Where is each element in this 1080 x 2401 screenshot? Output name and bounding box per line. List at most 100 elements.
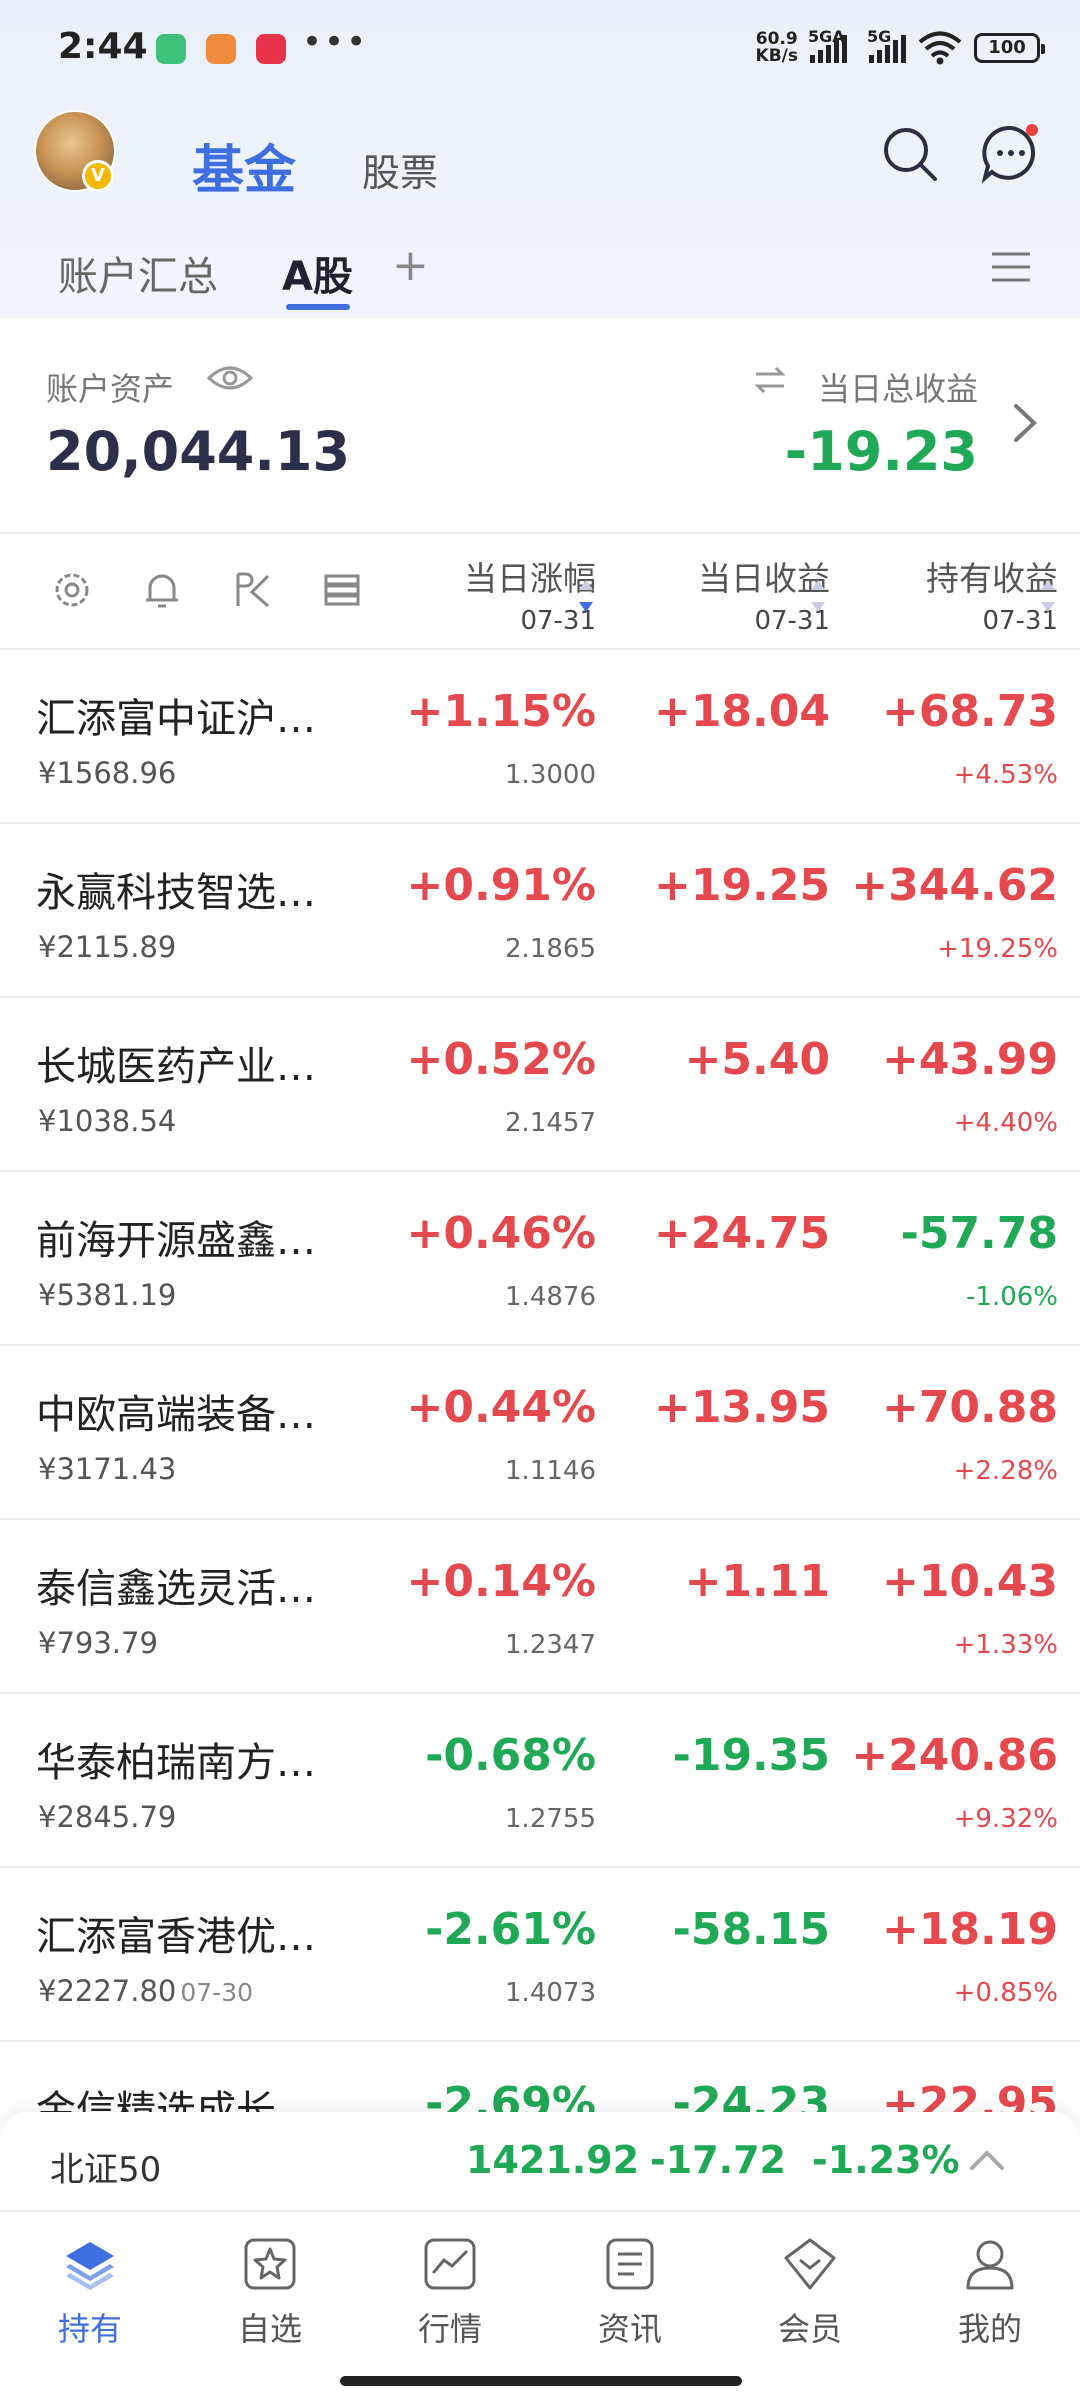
fund-daily-income: +13.95 [653, 1382, 830, 1433]
fund-row[interactable]: 中欧高端装备… ¥3171.43 +0.44% 1.1146 +13.95 +7… [0, 1346, 1080, 1520]
fund-daily-change: +0.44% [406, 1382, 596, 1433]
fund-daily-income: -19.35 [672, 1730, 830, 1781]
signal-5ga-icon: 5GA [808, 27, 847, 63]
fund-daily-income: -58.15 [672, 1904, 830, 1955]
search-icon[interactable] [880, 124, 940, 184]
fund-holding-pct: +9.32% [953, 1804, 1058, 1834]
account-assets-value: 20,044.13 [46, 420, 351, 483]
sort-icon[interactable] [808, 574, 828, 618]
index-change-pct: -1.23% [812, 2138, 960, 2182]
fund-name: 汇添富中证沪… [36, 696, 316, 742]
tab-account-summary[interactable]: 账户汇总 [58, 244, 218, 302]
fund-holding-income: +18.19 [881, 1904, 1058, 1955]
signal-5g-icon: 5G [867, 27, 906, 63]
fund-holding-pct: +2.28% [953, 1456, 1058, 1486]
fund-holding-pct: +4.53% [953, 760, 1058, 790]
fund-daily-income: +24.75 [653, 1208, 830, 1259]
daily-total-income-label: 当日总收益 [817, 370, 978, 408]
eye-icon[interactable] [206, 360, 254, 396]
fund-holding-pct: +19.25% [937, 934, 1058, 964]
fund-daily-change: -2.61% [425, 1904, 596, 1955]
tab-fund[interactable]: 基金 [192, 128, 296, 203]
fund-amount: ¥1038.54 [38, 1104, 177, 1138]
nav-profile[interactable]: 我的 [900, 2212, 1080, 2362]
fund-amount: ¥3171.43 [38, 1452, 177, 1486]
more-notifications-icon: ••• [302, 22, 369, 62]
tab-stock[interactable]: 股票 [362, 142, 438, 197]
account-assets-label: 账户资产 [46, 370, 175, 408]
fund-nav: 2.1457 [505, 1108, 596, 1138]
market-chart-icon [424, 2238, 476, 2290]
fund-daily-change: +0.14% [406, 1556, 596, 1607]
tab-a-share[interactable]: A股 [282, 244, 353, 302]
fund-holding-pct: -1.06% [966, 1282, 1058, 1312]
status-indicators: 60.9 KB/s 5GA 5G 100 [755, 27, 1045, 68]
fund-amount: ¥793.79 [38, 1626, 158, 1660]
fund-amount-date: 07-30 [180, 1978, 254, 2007]
profile-person-icon [966, 2240, 1014, 2290]
fund-nav: 1.4876 [505, 1282, 596, 1312]
home-indicator[interactable] [340, 2376, 742, 2386]
fund-row[interactable]: 泰信鑫选灵活… ¥793.79 +0.14% 1.2347 +1.11 +10.… [0, 1520, 1080, 1694]
sort-desc-icon[interactable] [576, 574, 596, 618]
fund-row[interactable]: 长城医药产业… ¥1038.54 +0.52% 2.1457 +5.40 +43… [0, 998, 1080, 1172]
news-doc-icon [606, 2238, 654, 2290]
nav-watchlist[interactable]: 自选 [180, 2212, 360, 2362]
vip-badge: V [82, 160, 114, 192]
fund-daily-change: +0.52% [406, 1034, 596, 1085]
k-line-icon[interactable] [230, 568, 274, 612]
fund-amount: ¥2115.89 [38, 930, 177, 964]
fund-daily-income: +1.11 [684, 1556, 830, 1607]
fund-holding-income: -57.78 [900, 1208, 1058, 1259]
chevron-up-icon[interactable] [968, 2148, 1006, 2172]
add-tab-button[interactable]: + [392, 240, 429, 291]
menu-icon[interactable] [990, 250, 1032, 284]
network-speed: 60.9 KB/s [755, 29, 798, 66]
settings-gear-icon[interactable] [50, 568, 94, 612]
status-bar: 2:44 ••• 60.9 KB/s 5GA 5G 100 [0, 0, 1080, 96]
sort-icon[interactable] [1038, 574, 1058, 618]
fund-holding-income: +70.88 [881, 1382, 1058, 1433]
wechat-icon [156, 34, 186, 64]
nav-news[interactable]: 资讯 [540, 2212, 720, 2362]
fund-holding-pct: +1.33% [953, 1630, 1058, 1660]
fund-daily-change: +0.46% [406, 1208, 596, 1259]
fund-daily-income: +19.25 [653, 860, 830, 911]
fund-row[interactable]: 华泰柏瑞南方… ¥2845.79 -0.68% 1.2755 -19.35 +2… [0, 1694, 1080, 1868]
fund-name: 前海开源盛鑫… [36, 1218, 316, 1264]
fund-name: 华泰柏瑞南方… [36, 1740, 316, 1786]
nav-member[interactable]: 会员 [720, 2212, 900, 2362]
fund-name: 永赢科技智选… [36, 870, 316, 916]
fund-nav: 1.1146 [505, 1456, 596, 1486]
fund-name: 汇添富香港优… [36, 1914, 316, 1960]
fund-nav: 2.1865 [505, 934, 596, 964]
nav-holdings[interactable]: 持有 [0, 2212, 180, 2362]
index-ticker-bar[interactable]: 北证50 1421.92 -17.72 -1.23% [0, 2112, 1080, 2210]
fund-daily-income: +5.40 [684, 1034, 830, 1085]
bottom-nav: 持有 自选 行情 资讯 会员 我的 [0, 2210, 1080, 2360]
fund-row[interactable]: 永赢科技智选… ¥2115.89 +0.91% 2.1865 +19.25 +3… [0, 824, 1080, 998]
fund-amount: ¥5381.19 [38, 1278, 177, 1312]
fund-row[interactable]: 汇添富香港优… ¥2227.80 07-30 -2.61% 1.4073 -58.… [0, 1868, 1080, 2042]
chevron-right-icon[interactable] [1010, 400, 1040, 446]
fund-holding-income: +344.62 [851, 860, 1058, 911]
fund-name: 中欧高端装备… [36, 1392, 316, 1438]
message-icon[interactable] [980, 122, 1042, 184]
fund-name: 长城医药产业… [36, 1044, 316, 1090]
fund-row[interactable]: 前海开源盛鑫… ¥5381.19 +0.46% 1.4876 +24.75 -5… [0, 1172, 1080, 1346]
index-name: 北证50 [50, 2150, 162, 2190]
bell-icon[interactable] [140, 568, 184, 612]
fund-amount: ¥2227.80 07-30 [38, 1974, 254, 2008]
divider [0, 532, 1080, 534]
active-tab-indicator [286, 304, 350, 310]
fund-nav: 1.2347 [505, 1630, 596, 1660]
fund-holding-pct: +4.40% [953, 1108, 1058, 1138]
watchlist-star-icon [244, 2238, 296, 2290]
swap-icon[interactable] [752, 362, 788, 398]
fund-name: 泰信鑫选灵活… [36, 1566, 316, 1612]
fund-row[interactable]: 汇添富中证沪… ¥1568.96 +1.15% 1.3000 +18.04 +6… [0, 650, 1080, 824]
list-layout-icon[interactable] [320, 568, 364, 612]
fund-holding-income: +240.86 [851, 1730, 1058, 1781]
nav-market[interactable]: 行情 [360, 2212, 540, 2362]
index-change: -17.72 [650, 2138, 786, 2182]
